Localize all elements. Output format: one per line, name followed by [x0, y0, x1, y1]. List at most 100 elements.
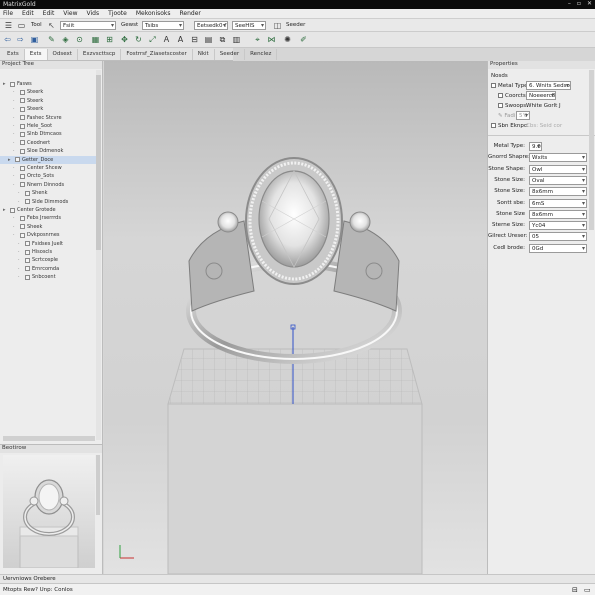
expand-toggle-icon[interactable]: · — [13, 165, 18, 171]
expand-toggle-icon[interactable]: · — [18, 274, 23, 280]
menu-edit[interactable]: Edit — [22, 10, 34, 17]
tree-item[interactable]: · Steerk — [0, 105, 96, 113]
tree-item[interactable]: · Ceodnert — [0, 139, 96, 147]
preview-scrollbar[interactable] — [96, 455, 100, 515]
tree-horizontal-scrollbar[interactable] — [3, 436, 95, 441]
tab-exzvscttscp[interactable]: Exzvscttscp — [78, 49, 122, 60]
tab-seeder[interactable]: Seeder — [215, 49, 246, 60]
light-icon[interactable]: ✺ — [282, 34, 293, 45]
scale-icon[interactable]: ⤢ — [147, 34, 158, 45]
tree-item[interactable]: · Dvkposnrnes — [0, 231, 96, 239]
expand-toggle-icon[interactable]: · — [18, 257, 23, 263]
tree-item[interactable]: · Snbcoent — [0, 273, 96, 281]
tree-item[interactable]: · Hele_Soot — [0, 122, 96, 130]
menu-file[interactable]: File — [3, 10, 13, 17]
grid-icon[interactable]: ⊞ — [104, 34, 115, 45]
field-dropdown[interactable]: Oval — [529, 175, 587, 185]
field-dropdown[interactable]: 9.0 — [529, 142, 542, 151]
field-dropdown[interactable]: Wxits — [529, 153, 587, 163]
tree-scroll-thumb[interactable] — [96, 75, 101, 250]
expand-toggle-icon[interactable]: ▸ — [8, 157, 13, 163]
swoops-checkbox[interactable] — [498, 103, 503, 108]
tree-item[interactable]: · Sloe Ddmenok — [0, 147, 96, 155]
field-dropdown[interactable]: Owl — [529, 164, 587, 174]
select-dropdown[interactable]: Tsibs — [142, 21, 184, 30]
expand-toggle-icon[interactable]: · — [13, 106, 18, 112]
expand-toggle-icon[interactable]: ▸ — [3, 207, 8, 213]
tab-nkit[interactable]: Nkit — [193, 49, 215, 60]
expand-toggle-icon[interactable]: · — [13, 131, 18, 137]
menu-mekonisoks[interactable]: Mekonisoks — [136, 10, 171, 17]
expand-toggle-icon[interactable]: ▸ — [3, 81, 8, 87]
expand-toggle-icon[interactable]: · — [18, 249, 23, 255]
field-dropdown[interactable]: 8x6mm — [529, 209, 587, 219]
metal-type-checkbox[interactable] — [491, 83, 496, 88]
copy-icon[interactable]: ⧉ — [217, 34, 228, 45]
tree-item[interactable]: · Febs Jrserrrds — [0, 214, 96, 222]
tree-item[interactable]: · Shenk — [0, 189, 96, 197]
tree-item[interactable]: · Center Shcew — [0, 164, 96, 172]
gem-tool-icon[interactable]: ◈ — [60, 34, 71, 45]
tree-item[interactable]: · Nnern Dinnods — [0, 181, 96, 189]
properties-scrollbar[interactable] — [589, 70, 594, 230]
mesh-icon[interactable]: ▦ — [90, 34, 101, 45]
sbn-checkbox[interactable] — [491, 123, 496, 128]
text-bold-icon[interactable]: A — [175, 34, 186, 45]
tab-exts[interactable]: Exts — [2, 49, 25, 60]
coords-field[interactable]: Noeeerc8 — [526, 91, 556, 100]
expand-toggle-icon[interactable]: · — [13, 224, 18, 230]
snap-icon[interactable]: ⋈ — [266, 34, 277, 45]
field-dropdown[interactable]: 0Gd — [529, 243, 587, 253]
menu-tjoote[interactable]: Tjoote — [108, 10, 127, 17]
field-dropdown[interactable]: Yc04 — [529, 221, 587, 231]
rotate-icon[interactable]: ↻ — [133, 34, 144, 45]
close-button[interactable]: ✕ — [587, 0, 592, 7]
table-icon[interactable]: ▤ — [203, 34, 214, 45]
tab-odsext[interactable]: Odsext — [48, 49, 78, 60]
tree-item[interactable]: · Ernrcomda — [0, 265, 96, 273]
tree-item[interactable]: · Sheek — [0, 223, 96, 231]
tree-item[interactable]: ▸ Fasws — [0, 80, 96, 88]
tab-fostrrsf[interactable]: Fostrrsf_Ziasetscoster — [121, 49, 193, 60]
expand-toggle-icon[interactable]: · — [13, 123, 18, 129]
pointer-icon[interactable]: ↖ — [46, 20, 57, 31]
mode-dropdown[interactable]: Fsiit — [60, 21, 116, 30]
expand-toggle-icon[interactable]: · — [13, 182, 18, 188]
expand-toggle-icon[interactable]: · — [13, 89, 18, 95]
status-icon-1[interactable]: ⊟ — [572, 586, 578, 594]
tree-item[interactable]: ▸ Center Grotede — [0, 206, 96, 214]
view-dropdown[interactable]: SeeHIS — [232, 21, 266, 30]
tree-item[interactable]: · Steerk — [0, 88, 96, 96]
render-icon[interactable]: ◫ — [272, 20, 283, 31]
back-icon[interactable]: ⇦ — [2, 34, 13, 45]
pen-icon[interactable]: ✐ — [298, 34, 309, 45]
menu-view[interactable]: View — [63, 10, 77, 17]
3d-viewport[interactable] — [104, 61, 487, 575]
curve-icon[interactable]: ✎ — [46, 34, 57, 45]
minimize-button[interactable]: – — [568, 0, 571, 7]
field-dropdown[interactable]: 8x6mm — [529, 187, 587, 197]
expand-toggle-icon[interactable]: · — [18, 266, 23, 272]
hamburger-icon[interactable]: ☰ — [3, 20, 14, 31]
ring-tool-icon[interactable]: ⊙ — [74, 34, 85, 45]
expand-toggle-icon[interactable]: · — [13, 232, 18, 238]
tree-item[interactable]: · Hisoscls — [0, 248, 96, 256]
tree-item[interactable]: · Slde Dimmods — [0, 198, 96, 206]
align-icon[interactable]: ⊟ — [189, 34, 200, 45]
layer-dropdown[interactable]: Eetsedk0 f72 — [194, 21, 228, 30]
expand-toggle-icon[interactable]: · — [13, 173, 18, 179]
save-icon[interactable]: ▣ — [29, 34, 40, 45]
expand-toggle-icon[interactable]: · — [13, 115, 18, 121]
document-icon[interactable]: ▭ — [16, 20, 27, 31]
expand-toggle-icon[interactable]: · — [13, 148, 18, 154]
tree-item[interactable]: · Scrtcosple — [0, 256, 96, 264]
move-icon[interactable]: ✥ — [119, 34, 130, 45]
expand-toggle-icon[interactable]: · — [13, 98, 18, 104]
layers-icon[interactable]: ▥ — [231, 34, 242, 45]
menu-edit-2[interactable]: Edit — [43, 10, 55, 17]
forward-icon[interactable]: ⇨ — [15, 34, 26, 45]
tab-renclez[interactable]: Renclez — [245, 49, 278, 60]
text-icon[interactable]: Ａ — [161, 34, 172, 45]
fadi-field[interactable]: 5'0" — [516, 111, 530, 120]
tree-item[interactable]: · Orcto_Sots — [0, 172, 96, 180]
